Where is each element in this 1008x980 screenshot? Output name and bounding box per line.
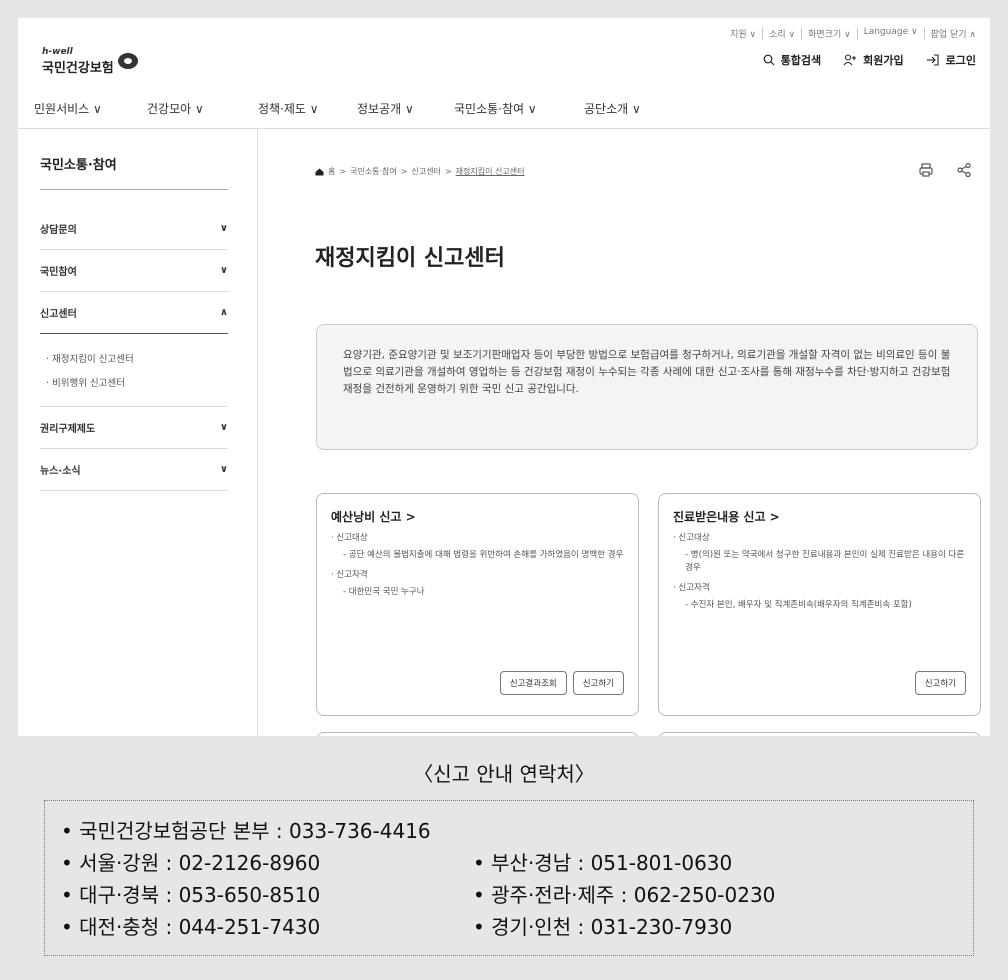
- home-icon: [315, 168, 324, 175]
- content-divider: [257, 128, 258, 736]
- utility-language[interactable]: Language ∨: [856, 27, 924, 40]
- chevron-down-icon: ∨: [219, 223, 228, 234]
- site-logo[interactable]: h-well 국민건강보험: [42, 48, 138, 76]
- utility-menu: 지원 ∨ 소리 ∨ 화면크기 ∨ Language ∨ 팝업 닫기 ∧: [724, 27, 982, 40]
- sidebar: 국민소통·참여 상담문의 ∨ 국민참여 ∨ 신고센터 ∧ · 재정지킴이 신고센터 ·…: [40, 148, 228, 491]
- logo-name: 국민건강보험: [42, 61, 114, 76]
- chevron-down-icon: ∨: [219, 464, 228, 475]
- sidebar-item-counsel[interactable]: 상담문의 ∨: [40, 208, 228, 250]
- utility-screen-size[interactable]: 화면크기 ∨: [801, 27, 857, 40]
- login-label: 로그인: [945, 54, 976, 67]
- card-partial: [316, 732, 639, 736]
- contact-item: • 경기·인천 : 031-230-7930: [473, 915, 733, 939]
- utility-close-popup[interactable]: 팝업 닫기 ∧: [923, 27, 982, 40]
- sidebar-item-news[interactable]: 뉴스·소식 ∨: [40, 449, 228, 491]
- report-button[interactable]: 신고하기: [572, 671, 624, 695]
- card-partial: [658, 732, 981, 736]
- utility-sound[interactable]: 소리 ∨: [762, 27, 801, 40]
- contact-item: • 서울·강원 : 02-2126-8960: [61, 851, 321, 875]
- sidebar-subitem-finance-guard[interactable]: · 재정지킴이 신고센터: [40, 348, 228, 372]
- chevron-up-icon: ∧: [219, 307, 228, 318]
- page-title: 재정지킴이 신고센터: [315, 246, 505, 271]
- chevron-down-icon: ∨: [219, 422, 228, 433]
- sidebar-title: 국민소통·참여: [40, 148, 228, 190]
- search-icon: [763, 54, 775, 66]
- breadcrumb: 홈 > 국민소통·참여 > 신고센터 > 재정지킴이 신고센터: [315, 166, 524, 177]
- page-tools: [918, 162, 972, 178]
- contact-box: • 국민건강보험공단 본부 : 033-736-4416 • 서울·강원 : 0…: [44, 800, 974, 956]
- contact-item: • 대구·경북 : 053-650-8510: [61, 883, 321, 907]
- card-title[interactable]: 예산낭비 신고 >: [331, 508, 624, 525]
- sidebar-item-rights[interactable]: 권리구제제도 ∨: [40, 407, 228, 449]
- contact-item: • 광주·전라·제주 : 062-250-0230: [473, 883, 776, 907]
- top-actions: 통합검색 회원가입 로그인: [763, 52, 976, 68]
- logo-mark-icon: [117, 52, 138, 69]
- nav-communication[interactable]: 국민소통·참여 ∨: [454, 100, 537, 117]
- nav-policy[interactable]: 정책·제도 ∨: [258, 100, 319, 117]
- search-label: 통합검색: [780, 54, 822, 67]
- utility-support[interactable]: 지원 ∨: [724, 27, 762, 40]
- share-icon[interactable]: [956, 162, 972, 178]
- breadcrumb-report-center[interactable]: 신고센터: [411, 166, 440, 177]
- target-label: · 신고대상: [331, 533, 368, 543]
- qualification-label: · 신고자격: [673, 583, 710, 593]
- website-frame: 지원 ∨ 소리 ∨ 화면크기 ∨ Language ∨ 팝업 닫기 ∧ h-we…: [18, 18, 990, 736]
- join-button[interactable]: 회원가입: [843, 52, 904, 68]
- nav-about[interactable]: 공단소개 ∨: [584, 100, 641, 117]
- sidebar-item-label: 상담문의: [40, 225, 77, 236]
- breadcrumb-communication[interactable]: 국민소통·참여: [350, 166, 397, 177]
- intro-box: 요양기관, 준요양기관 및 보조기기판매업자 등이 부당한 방법으로 보험급여를…: [316, 324, 978, 450]
- sidebar-subitem-misconduct[interactable]: · 비위행위 신고센터: [40, 372, 228, 396]
- breadcrumb-current[interactable]: 재정지킴이 신고센터: [456, 166, 525, 177]
- sidebar-item-report-center[interactable]: 신고센터 ∧: [40, 292, 228, 334]
- contact-item: • 대전·충청 : 044-251-7430: [61, 915, 321, 939]
- search-button[interactable]: 통합검색: [763, 52, 821, 68]
- chevron-down-icon: ∨: [219, 265, 228, 276]
- sidebar-item-label: 뉴스·소식: [40, 466, 81, 477]
- sidebar-item-participation[interactable]: 국민참여 ∨: [40, 250, 228, 292]
- sidebar-item-label: 신고센터: [40, 309, 77, 320]
- target-text: - 공단 예산의 불법지출에 대해 법령을 위반하여 손해를 가하였음이 명백한…: [343, 550, 624, 560]
- main-navigation: 민원서비스 ∨ 건강모아 ∨ 정책·제도 ∨ 정보공개 ∨ 국민소통·참여 ∨ …: [18, 88, 990, 129]
- contact-item: • 부산·경남 : 051-801-0630: [473, 851, 733, 875]
- sidebar-item-label: 권리구제제도: [40, 424, 96, 435]
- sidebar-item-label: 국민참여: [40, 267, 77, 278]
- target-text: - 병(의)원 또는 약국에서 청구한 진료내용과 본인이 실제 진료받은 내용…: [685, 550, 965, 573]
- nav-disclosure[interactable]: 정보공개 ∨: [357, 100, 414, 117]
- contact-item: • 국민건강보험공단 본부 : 033-736-4416: [61, 819, 431, 843]
- budget-waste-card: 예산낭비 신고 > · 신고대상 - 공단 예산의 불법지출에 대해 법령을 위…: [316, 493, 639, 716]
- nav-civil-service[interactable]: 민원서비스 ∨: [34, 100, 102, 117]
- card-title[interactable]: 진료받은내용 신고 >: [673, 508, 966, 525]
- nav-health[interactable]: 건강모아 ∨: [147, 100, 204, 117]
- user-add-icon: [843, 54, 857, 66]
- qualification-label: · 신고자격: [331, 570, 368, 580]
- join-label: 회원가입: [863, 54, 904, 67]
- contact-heading: 〈신고 안내 연락처〉: [413, 762, 595, 786]
- qualification-text: - 수진자 본인, 배우자 및 직계존비속(배우자의 직계존비속 포함): [685, 600, 912, 610]
- login-button[interactable]: 로그인: [926, 52, 976, 68]
- print-icon[interactable]: [918, 162, 934, 178]
- treatment-report-card: 진료받은내용 신고 > · 신고대상 - 병(의)원 또는 약국에서 청구한 진…: [658, 493, 981, 716]
- breadcrumb-home[interactable]: 홈: [328, 166, 335, 177]
- report-button[interactable]: 신고하기: [914, 671, 966, 695]
- login-icon: [926, 54, 939, 66]
- qualification-text: - 대한민국 국민 누구나: [343, 587, 425, 597]
- target-label: · 신고대상: [673, 533, 710, 543]
- sidebar-submenu: · 재정지킴이 신고센터 · 비위행위 신고센터: [40, 334, 228, 407]
- report-result-button[interactable]: 신고결과조회: [499, 671, 567, 695]
